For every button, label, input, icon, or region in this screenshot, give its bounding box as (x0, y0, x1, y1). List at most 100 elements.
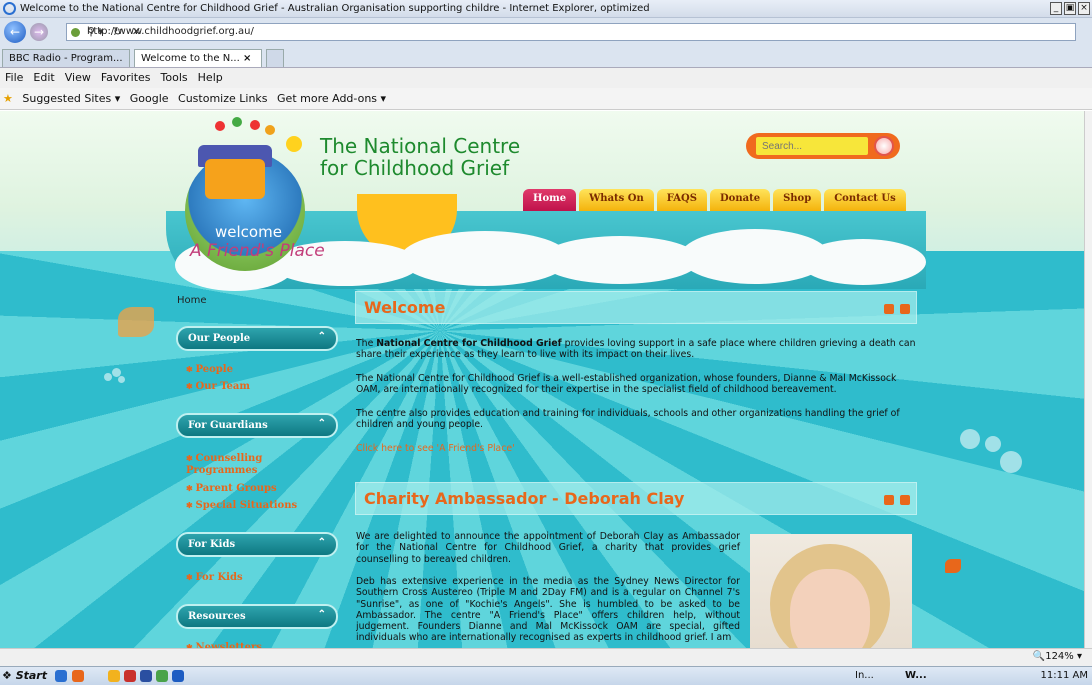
ie-icon (3, 2, 16, 15)
favorites-star-icon[interactable]: ★ (0, 88, 16, 109)
search-input[interactable] (756, 137, 868, 155)
breadcrumb[interactable]: Home (177, 295, 207, 306)
sidebar-heading-resources[interactable]: Resources ⌃ (176, 604, 338, 629)
fav-customize-links[interactable]: Customize Links (175, 88, 271, 109)
bubble (1000, 451, 1022, 473)
address-tools-icons[interactable]: ⚲▾ ↻ ✕ (87, 25, 1071, 38)
site-title[interactable]: The National Centre for Childhood Grief (320, 135, 520, 179)
vertical-scrollbar[interactable] (1084, 111, 1092, 648)
ambassador-heading: Charity Ambassador - Deborah Clay (364, 489, 685, 508)
email-icon[interactable] (900, 304, 910, 314)
folder-taskbar-icon[interactable] (108, 670, 120, 682)
taskbar-item-2[interactable]: W... (905, 670, 927, 681)
taskbar-item-1[interactable]: In... (855, 670, 874, 681)
tab-label: BBC Radio - Program... (9, 53, 123, 64)
sidebar-link-our-team[interactable]: Our Team (186, 381, 250, 392)
menu-tools[interactable]: Tools (156, 68, 193, 84)
tab-strip: BBC Radio - Program... Welcome to the N.… (0, 46, 1092, 68)
address-bar[interactable]: http://www.childhoodgrief.org.au/ ⚲▾ ↻ ✕ (66, 23, 1076, 41)
app-taskbar-icon[interactable] (172, 670, 184, 682)
welcome-paragraph-1: The National Centre for Childhood Grief … (356, 338, 918, 361)
sidebar-heading-label: For Guardians (188, 420, 268, 431)
logo-friends-place-text: A Friend's Place (190, 241, 325, 261)
sidebar-link-parent-groups[interactable]: Parent Groups (186, 483, 277, 494)
print-icon[interactable] (884, 304, 894, 314)
tab-active[interactable]: Welcome to the N... × (134, 49, 262, 67)
clock: 11:11 AM (1040, 670, 1088, 681)
zoom-level[interactable]: 🔍124% ▾ (1033, 651, 1082, 662)
tab-close-icon[interactable]: × (243, 53, 251, 64)
fav-get-addons[interactable]: Get more Add-ons ▾ (274, 88, 389, 109)
menu-view[interactable]: View (60, 68, 96, 84)
back-button[interactable]: ← (4, 21, 26, 43)
welcome-header: Welcome (355, 291, 917, 324)
nav-shop[interactable]: Shop (773, 189, 822, 211)
page-viewport: welcome A Friend's Place The National Ce… (0, 111, 1084, 648)
app-taskbar-icon[interactable] (124, 670, 136, 682)
site-title-line1: The National Centre (320, 134, 521, 158)
bubble (104, 373, 112, 381)
tab-label: Welcome to the N... (141, 53, 240, 64)
menu-file[interactable]: File (0, 68, 28, 84)
print-icon[interactable] (884, 495, 894, 505)
new-tab-button[interactable] (266, 49, 284, 67)
fav-suggested-sites[interactable]: Suggested Sites ▾ (19, 88, 123, 109)
ambassador-header: Charity Ambassador - Deborah Clay (355, 482, 917, 515)
status-bar: 🔍124% ▾ (0, 648, 1092, 666)
logo-kid-figure (215, 121, 225, 131)
welcome-heading: Welcome (364, 298, 446, 317)
fav-google[interactable]: Google (127, 88, 172, 109)
search-go-icon[interactable] (874, 136, 894, 156)
ie-taskbar-icon[interactable] (55, 670, 67, 682)
minimize-button[interactable]: _ (1050, 2, 1062, 15)
nav-faqs[interactable]: FAQS (656, 189, 707, 211)
nav-contact-us[interactable]: Contact Us (824, 189, 906, 211)
nav-donate[interactable]: Donate (709, 189, 771, 211)
window-controls: _ ▣ × (1050, 2, 1090, 15)
logo-sun (286, 136, 302, 152)
deborah-clay-photo (750, 534, 912, 648)
sidebar-link-people[interactable]: People (186, 364, 233, 375)
chevron-icon: ⌃ (317, 418, 326, 429)
main-nav: Home Whats On FAQS Donate Shop Contact U… (523, 189, 906, 211)
site-title-line2: for Childhood Grief (320, 156, 510, 180)
menu-edit[interactable]: Edit (28, 68, 59, 84)
firefox-taskbar-icon[interactable] (72, 670, 84, 682)
sidebar-link-counselling[interactable]: Counselling Programmes (186, 452, 316, 477)
ambassador-paragraph-1: We are delighted to announce the appoint… (356, 531, 740, 565)
menu-favorites[interactable]: Favorites (96, 68, 156, 84)
close-button[interactable]: × (1078, 2, 1090, 15)
bubble (960, 429, 980, 449)
share-icons (884, 304, 910, 314)
address-row: ← → http://www.childhoodgrief.org.au/ ⚲▾… (0, 18, 1092, 46)
sidebar-heading-for-kids[interactable]: For Kids ⌃ (176, 532, 338, 557)
start-button[interactable]: ❖ Start (2, 669, 47, 682)
sidebar-heading-label: Resources (188, 611, 246, 622)
forward-button[interactable]: → (30, 23, 48, 41)
chevron-icon: ⌃ (317, 537, 326, 548)
sidebar-heading-our-people[interactable]: Our People ⌃ (176, 326, 338, 351)
welcome-paragraph-2: The National Centre for Childhood Grief … (356, 373, 897, 396)
friends-place-link[interactable]: Click here to see 'A Friend's Place' (356, 443, 515, 454)
nav-home[interactable]: Home (523, 189, 577, 211)
bubble (985, 436, 1001, 452)
logo-welcome-text: welcome (215, 223, 282, 241)
app-taskbar-icon[interactable] (140, 670, 152, 682)
menu-help[interactable]: Help (193, 68, 228, 84)
photo-face (790, 569, 870, 648)
chevron-icon: ⌃ (317, 609, 326, 620)
sidebar-heading-label: Our People (188, 333, 251, 344)
sidebar-link-for-kids[interactable]: For Kids (186, 572, 243, 583)
restore-button[interactable]: ▣ (1064, 2, 1076, 15)
menu-bar: File Edit View Favorites Tools Help (0, 68, 1092, 88)
sidebar-heading-for-guardians[interactable]: For Guardians ⌃ (176, 413, 338, 438)
chrome-taskbar-icon[interactable] (156, 670, 168, 682)
sidebar-link-special-situations[interactable]: Special Situations (186, 500, 298, 511)
nav-whats-on[interactable]: Whats On (579, 189, 654, 211)
ambassador-paragraph-2: Deb has extensive experience in the medi… (356, 576, 740, 644)
email-icon[interactable] (900, 495, 910, 505)
sidebar-heading-label: For Kids (188, 539, 236, 550)
share-icons (884, 495, 910, 505)
tab-bbc[interactable]: BBC Radio - Program... (2, 49, 130, 67)
butterfly-graphic (945, 559, 961, 573)
